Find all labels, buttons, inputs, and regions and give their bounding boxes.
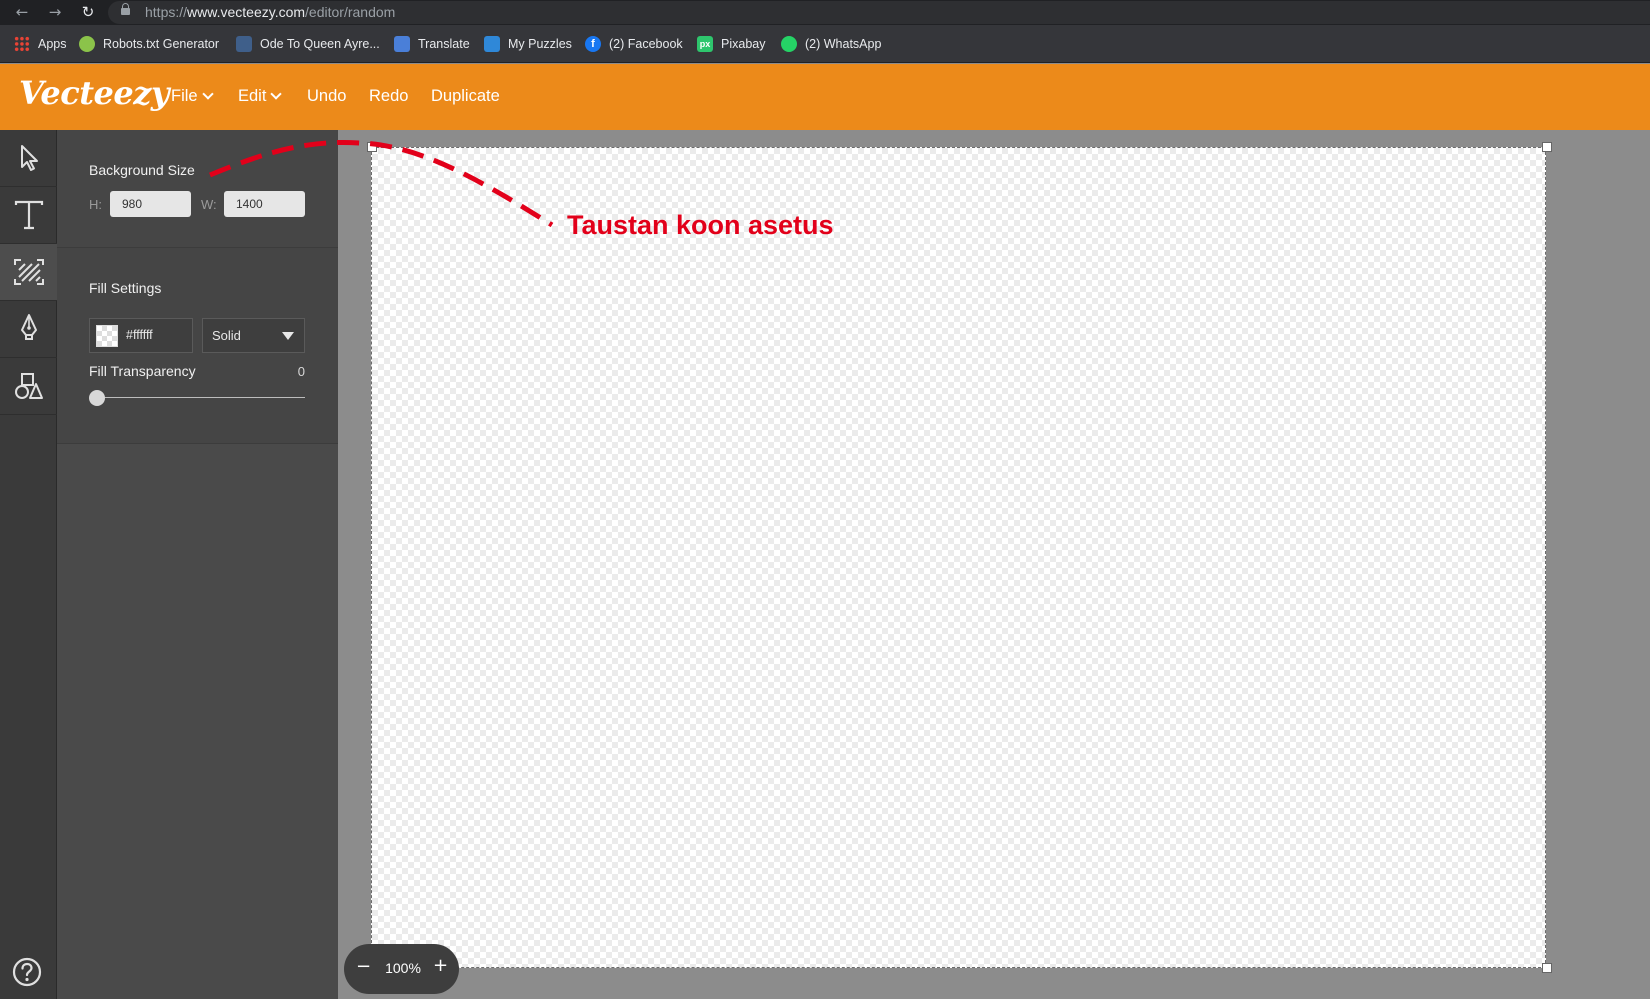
forward-arrow-icon[interactable]: → [45, 2, 65, 22]
undo-button[interactable]: Undo [307, 87, 346, 106]
url-text: https://www.vecteezy.com/editor/random [145, 4, 396, 20]
annotation-label: Taustan koon asetus [567, 210, 834, 240]
tool-rail [0, 130, 57, 999]
bookmark-whatsapp[interactable]: (2) WhatsApp [781, 34, 881, 54]
duplicate-button[interactable]: Duplicate [431, 87, 500, 106]
artboard[interactable] [371, 147, 1546, 968]
caret-down-icon [282, 332, 294, 340]
background-tool[interactable] [0, 244, 57, 301]
fill-transparency-title: Fill Transparency [89, 363, 196, 379]
chevron-down-icon [201, 88, 214, 100]
shapes-icon [14, 373, 43, 399]
canvas-area: − 100% + [338, 130, 1650, 999]
fill-settings-title: Fill Settings [89, 280, 162, 296]
robots-icon [79, 36, 95, 52]
transparency-slider-track[interactable] [97, 397, 305, 398]
height-label: H: [89, 197, 102, 212]
fill-color-field[interactable]: #ffffff [89, 318, 193, 353]
resize-handle-bottom-right[interactable] [1542, 963, 1552, 973]
pixabay-icon: px [697, 36, 713, 52]
cursor-arrow-icon [20, 145, 38, 171]
reload-icon[interactable]: ↻ [78, 2, 98, 22]
settings-panel: Background Size H: W: Fill Settings #fff… [57, 130, 338, 999]
browser-address-bar: ← → ↻ https://www.vecteezy.com/editor/ra… [0, 0, 1650, 25]
background-hatch-icon [13, 259, 44, 285]
back-arrow-icon[interactable]: ← [12, 2, 32, 22]
height-input[interactable] [110, 191, 191, 217]
select-tool[interactable] [0, 130, 57, 187]
fill-type-value: Solid [212, 328, 241, 343]
help-question-icon [12, 957, 42, 987]
file-menu[interactable]: File [171, 87, 214, 106]
bookmark-apps[interactable]: Apps [14, 34, 67, 54]
annotation-dashed-arrow [209, 140, 554, 228]
zoom-level: 100% [385, 960, 421, 976]
text-t-icon [14, 200, 43, 230]
edit-menu[interactable]: Edit [238, 87, 283, 106]
pen-tool[interactable] [0, 301, 57, 358]
fill-type-select[interactable]: Solid [202, 318, 305, 353]
bookmark-facebook[interactable]: f (2) Facebook [585, 34, 683, 54]
fill-transparency-value: 0 [297, 364, 305, 379]
bookmark-pixabay[interactable]: px Pixabay [697, 34, 765, 54]
redo-button[interactable]: Redo [369, 87, 408, 106]
vecteezy-logo[interactable]: Vecteezy [19, 74, 170, 112]
whatsapp-icon [781, 36, 797, 52]
bookmark-ode[interactable]: Ode To Queen Ayre... [236, 34, 380, 54]
facebook-icon: f [585, 36, 601, 52]
zoom-in-icon[interactable]: + [433, 955, 448, 976]
apps-grid-icon [14, 36, 30, 52]
url-bar[interactable]: https://www.vecteezy.com/editor/random [108, 1, 1650, 24]
bookmark-translate[interactable]: Translate [394, 34, 470, 54]
bookmarks-bar: Apps Robots.txt Generator Ode To Queen A… [0, 25, 1650, 63]
bookmark-puzzles[interactable]: My Puzzles [484, 34, 572, 54]
transparency-slider-thumb[interactable] [89, 390, 105, 406]
puzzle-icon [484, 36, 500, 52]
bookmark-robots[interactable]: Robots.txt Generator [79, 34, 219, 54]
fill-color-hex: #ffffff [126, 328, 153, 342]
shapes-tool[interactable] [0, 358, 57, 415]
zoom-out-icon[interactable]: − [356, 956, 371, 977]
pen-nib-icon [20, 314, 37, 340]
lock-icon [121, 3, 130, 15]
background-size-title: Background Size [89, 162, 195, 178]
chevron-down-icon [270, 88, 283, 100]
zoom-control: − 100% + [344, 944, 459, 994]
color-swatch[interactable] [96, 325, 118, 347]
app-header: Vecteezy File Edit Undo Redo Duplicate [0, 64, 1650, 130]
ode-icon [236, 36, 252, 52]
help-button[interactable] [12, 957, 42, 987]
text-tool[interactable] [0, 187, 57, 244]
resize-handle-top-right[interactable] [1542, 142, 1552, 152]
translate-icon [394, 36, 410, 52]
